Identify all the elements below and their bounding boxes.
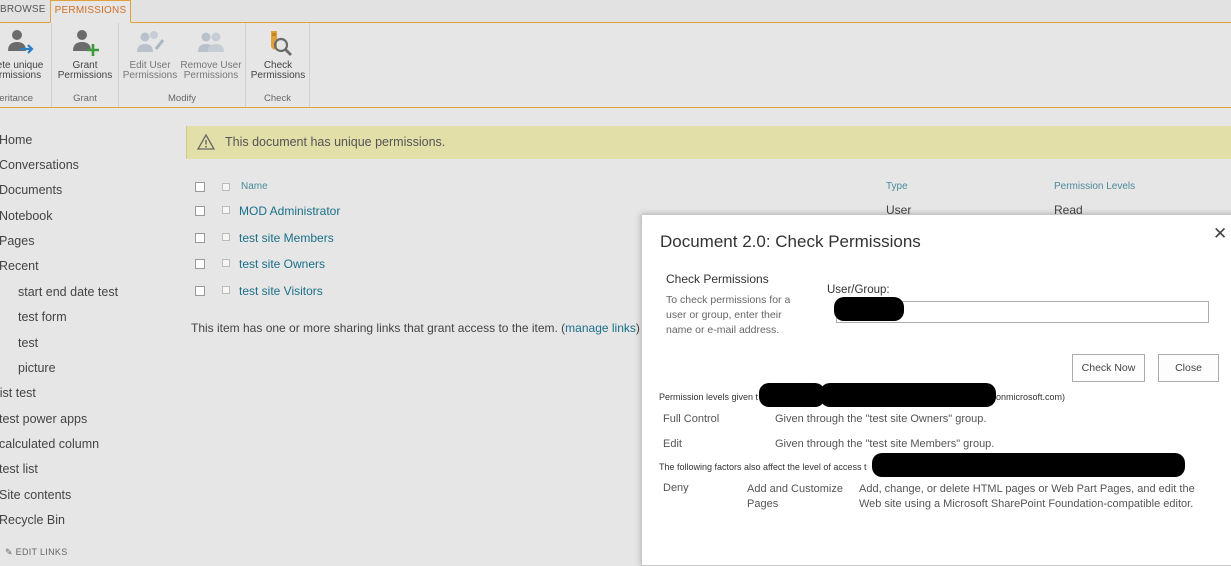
nav-item-conversations[interactable]: Conversations [0, 158, 79, 172]
redaction-mark [872, 453, 1185, 477]
row-checkbox[interactable] [195, 259, 205, 269]
close-icon[interactable]: ✕ [1213, 224, 1227, 244]
remove-user-permissions-button[interactable]: Remove User Permissions [179, 27, 243, 81]
nav-item-list-test[interactable]: list test [0, 386, 36, 400]
table-row-name-test-site-members[interactable]: test site Members [239, 231, 334, 245]
button-label: Permissions [250, 70, 306, 81]
nav-item-test[interactable]: test [18, 336, 38, 350]
ribbon-tabbar: BROWSE PERMISSIONS [0, 0, 1231, 23]
edit-links-label: EDIT LINKS [15, 547, 68, 557]
check-now-button[interactable]: Check Now [1072, 354, 1145, 382]
redaction-mark [759, 383, 825, 407]
levels-heading-tail: onmicrosoft.com) [996, 392, 1066, 402]
row-item-checkbox[interactable] [222, 206, 230, 214]
close-button[interactable]: Close [1158, 354, 1219, 382]
permission-level-name: Edit [663, 438, 682, 450]
remove-user-permissions-icon [198, 32, 224, 52]
pencil-icon: ✎ [5, 547, 13, 557]
user-group-label: User/Group: [827, 284, 890, 296]
group-label: Modify [168, 93, 196, 104]
ribbon-group-modify: Edit User Permissions Remove User Permis… [119, 23, 246, 107]
table-row-name-test-site-owners[interactable]: test site Owners [239, 257, 325, 271]
row-item-checkbox[interactable] [222, 286, 230, 294]
nav-item-calculated-column[interactable]: calculated column [0, 437, 99, 451]
grant-permissions-icon [73, 30, 99, 56]
group-label: heritance [0, 93, 34, 104]
deny-description: Add, change, or delete HTML pages or Web… [859, 483, 1195, 510]
redaction-mark [834, 297, 904, 321]
section-title: Check Permissions [666, 272, 769, 286]
permission-level-desc: Given through the "test site Members" gr… [775, 438, 995, 450]
edit-links[interactable]: ✎ EDIT LINKS [5, 547, 68, 558]
ribbon: ete unique rmissions heritance Grant Per… [0, 23, 1231, 108]
deny-permission: Add and Customize Pages [747, 483, 843, 510]
ribbon-group-grant: Grant Permissions Grant [52, 23, 119, 107]
permission-level-name: Full Control [663, 413, 720, 425]
row-checkbox[interactable] [195, 233, 205, 243]
nav-item-test-power-apps[interactable]: test power apps [0, 412, 87, 426]
warning-text: This document has unique permissions. [225, 135, 446, 149]
nav-item-picture[interactable]: picture [18, 361, 56, 375]
deny-type: Deny [663, 482, 689, 494]
ribbon-group-check: Check Permissions Check [246, 23, 310, 107]
nav-item-notebook[interactable]: Notebook [0, 209, 53, 223]
row-checkbox[interactable] [195, 286, 205, 296]
nav-item-site-contents[interactable]: Site contents [0, 488, 71, 502]
factors-heading: The following factors also affect the le… [659, 462, 867, 472]
column-header-name[interactable]: Name [241, 181, 268, 192]
nav-item-recent[interactable]: Recent [0, 259, 39, 273]
tab-browse[interactable]: BROWSE [0, 0, 50, 22]
warning-icon [197, 134, 215, 150]
redaction-mark [820, 383, 996, 407]
nav-item-pages[interactable]: Pages [0, 234, 34, 248]
tab-permissions[interactable]: PERMISSIONS [50, 0, 131, 23]
nav-item-start-end-date-test[interactable]: start end date test [18, 285, 118, 299]
select-all-checkbox[interactable] [195, 182, 205, 192]
button-label: Permissions [57, 70, 113, 81]
row-item-checkbox[interactable] [222, 259, 230, 267]
group-label: Grant [73, 93, 97, 104]
header-item-checkbox[interactable] [222, 183, 230, 191]
permission-level-desc: Given through the "test site Owners" gro… [775, 413, 987, 425]
delete-unique-permissions-icon [8, 30, 34, 54]
delete-unique-permissions-button[interactable]: ete unique rmissions [0, 27, 50, 81]
check-permissions-icon [271, 31, 292, 56]
row-item-checkbox[interactable] [222, 233, 230, 241]
nav-item-recycle-bin[interactable]: Recycle Bin [0, 513, 65, 527]
nav-item-test-list[interactable]: test list [0, 462, 38, 476]
nav-item-test-form[interactable]: test form [18, 310, 67, 324]
ribbon-group-inheritance: ete unique rmissions heritance [0, 23, 52, 107]
edit-user-permissions-icon [137, 31, 165, 52]
edit-user-permissions-button[interactable]: Edit User Permissions [120, 27, 180, 81]
manage-links-link[interactable]: manage links [565, 321, 636, 335]
check-permissions-dialog: Document 2.0: Check Permissions ✕ Check … [641, 214, 1231, 566]
nav-item-documents[interactable]: Documents [0, 183, 62, 197]
unique-permissions-warning: This document has unique permissions. [186, 126, 1231, 159]
dialog-title: Document 2.0: Check Permissions [660, 232, 921, 251]
table-row-name-test-site-visitors[interactable]: test site Visitors [239, 284, 323, 298]
row-checkbox[interactable] [195, 206, 205, 216]
section-description: To check permissions for a user or group… [666, 294, 791, 336]
button-label: rmissions [0, 70, 42, 81]
sharing-links-notice: This item has one or more sharing links … [191, 321, 640, 335]
column-header-permission-levels[interactable]: Permission Levels [1054, 181, 1135, 192]
levels-heading-text: Permission levels given t [659, 392, 759, 402]
permission-levels-heading: Permission levels given t onmicrosoft.co… [659, 392, 1065, 402]
sharing-close: ) [635, 321, 640, 335]
column-header-type[interactable]: Type [886, 181, 908, 192]
sharing-text: This item has one or more sharing links … [191, 321, 566, 335]
nav-item-home[interactable]: Home [0, 133, 32, 147]
button-label: Permissions [183, 70, 239, 81]
table-row-name-mod-administrator[interactable]: MOD Administrator [239, 204, 340, 218]
group-label: Check [264, 93, 291, 104]
check-permissions-button[interactable]: Check Permissions [248, 27, 308, 81]
grant-permissions-button[interactable]: Grant Permissions [55, 27, 115, 81]
button-label: Permissions [122, 70, 178, 81]
